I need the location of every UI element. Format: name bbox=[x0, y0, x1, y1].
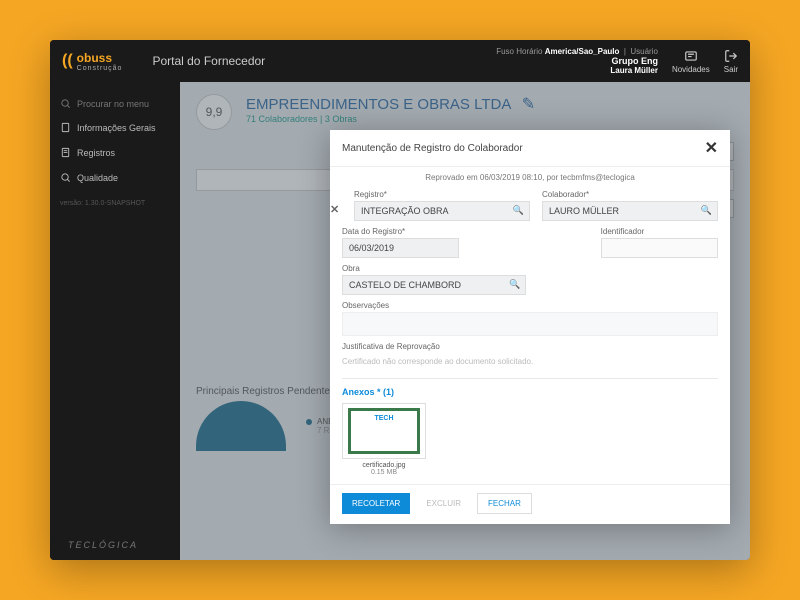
sidebar-item-label: Informações Gerais bbox=[77, 123, 156, 133]
portal-title: Portal do Fornecedor bbox=[152, 54, 265, 68]
user-name: Laura Müller bbox=[610, 66, 658, 75]
excluir-button[interactable]: EXCLUIR bbox=[418, 493, 469, 514]
attachment-thumb: TECH bbox=[342, 403, 426, 459]
obra-input[interactable] bbox=[342, 275, 526, 295]
main-content: 9,9 EMPREENDIMENTOS E OBRAS LTDA ✎ 71 Co… bbox=[180, 82, 750, 560]
registro-input[interactable] bbox=[354, 201, 530, 221]
novidades-label: Novidades bbox=[672, 65, 710, 74]
attachment[interactable]: TECH certificado.jpg 0.15 MB bbox=[342, 403, 426, 476]
user-label: Usuário bbox=[630, 47, 658, 56]
obs-textarea[interactable] bbox=[342, 312, 718, 336]
body: Informações Gerais Registros Qualidade v… bbox=[50, 82, 750, 560]
recoletar-button[interactable]: RECOLETAR bbox=[342, 493, 410, 514]
app-frame: (( obuss Construção Portal do Fornecedor… bbox=[50, 40, 750, 560]
modal-body: ✕ Registro* 🔍 Colaborador* 🔍 bbox=[330, 190, 730, 476]
data-input[interactable] bbox=[342, 238, 459, 258]
identificador-label: Identificador bbox=[601, 227, 718, 236]
attachment-size: 0.15 MB bbox=[342, 469, 426, 476]
logo-text: obuss bbox=[77, 51, 123, 65]
obra-label: Obra bbox=[342, 264, 526, 273]
colaborador-input[interactable] bbox=[542, 201, 718, 221]
identificador-input[interactable] bbox=[601, 238, 718, 258]
logo-icon: (( bbox=[62, 52, 73, 70]
search-icon[interactable]: 🔍 bbox=[701, 205, 712, 216]
search-icon[interactable]: 🔍 bbox=[513, 205, 524, 216]
fechar-button[interactable]: FECHAR bbox=[477, 493, 532, 514]
timezone-label: Fuso Horário bbox=[496, 47, 542, 56]
novidades-button[interactable]: Novidades bbox=[672, 49, 710, 74]
anexos-title: Anexos * (1) bbox=[342, 387, 718, 397]
list-icon bbox=[60, 147, 71, 158]
justif-label: Justificativa de Reprovação bbox=[342, 342, 718, 351]
search-icon bbox=[60, 98, 71, 109]
justif-text: Certificado não corresponde ao documento… bbox=[342, 353, 718, 374]
sidebar-item-label: Registros bbox=[77, 148, 115, 158]
sidebar-item-info[interactable]: Informações Gerais bbox=[50, 115, 180, 140]
sidebar-item-label: Qualidade bbox=[77, 173, 118, 183]
timezone-block: Fuso Horário America/Sao_Paulo | Usuário… bbox=[496, 47, 658, 75]
close-icon[interactable]: ✕ bbox=[705, 138, 718, 158]
certificate-brand: TECH bbox=[374, 415, 393, 422]
footer-brand: TECLÓGICA bbox=[68, 540, 138, 550]
menu-search-input[interactable] bbox=[77, 99, 167, 109]
registro-label: Registro* bbox=[354, 190, 530, 199]
quality-icon bbox=[60, 172, 71, 183]
logo-subtext: Construção bbox=[77, 65, 123, 72]
news-icon bbox=[684, 49, 698, 63]
sidebar: Informações Gerais Registros Qualidade v… bbox=[50, 82, 180, 560]
modal-header: Manutenção de Registro do Colaborador ✕ bbox=[330, 130, 730, 167]
sidebar-item-registros[interactable]: Registros bbox=[50, 140, 180, 165]
logout-label: Sair bbox=[724, 65, 738, 74]
sidebar-item-qualidade[interactable]: Qualidade bbox=[50, 165, 180, 190]
topbar: (( obuss Construção Portal do Fornecedor… bbox=[50, 40, 750, 82]
menu-search[interactable] bbox=[50, 92, 180, 115]
logo: (( obuss Construção bbox=[62, 51, 122, 72]
colaborador-label: Colaborador* bbox=[542, 190, 718, 199]
attachment-name: certificado.jpg bbox=[342, 462, 426, 469]
version-text: versão: 1.30.0-SNAPSHOT bbox=[50, 190, 180, 217]
certificate-image: TECH bbox=[348, 408, 420, 454]
logout-button[interactable]: Sair bbox=[724, 49, 738, 74]
modal-title: Manutenção de Registro do Colaborador bbox=[342, 143, 523, 154]
logout-icon bbox=[724, 49, 738, 63]
search-icon[interactable]: 🔍 bbox=[509, 279, 520, 290]
divider bbox=[342, 378, 718, 379]
timezone-value: America/Sao_Paulo bbox=[545, 47, 620, 56]
data-label: Data do Registro* bbox=[342, 227, 459, 236]
modal-registro: Manutenção de Registro do Colaborador ✕ … bbox=[330, 130, 730, 524]
modal-subtitle: Reprovado em 06/03/2019 08:10, por tecbm… bbox=[330, 167, 730, 190]
topbar-right: Fuso Horário America/Sao_Paulo | Usuário… bbox=[496, 47, 738, 75]
group-name: Grupo Eng bbox=[611, 56, 658, 66]
obs-label: Observações bbox=[342, 301, 718, 310]
document-icon bbox=[60, 122, 71, 133]
modal-actions: RECOLETAR EXCLUIR FECHAR bbox=[330, 484, 730, 514]
clear-icon[interactable]: ✕ bbox=[330, 203, 339, 216]
